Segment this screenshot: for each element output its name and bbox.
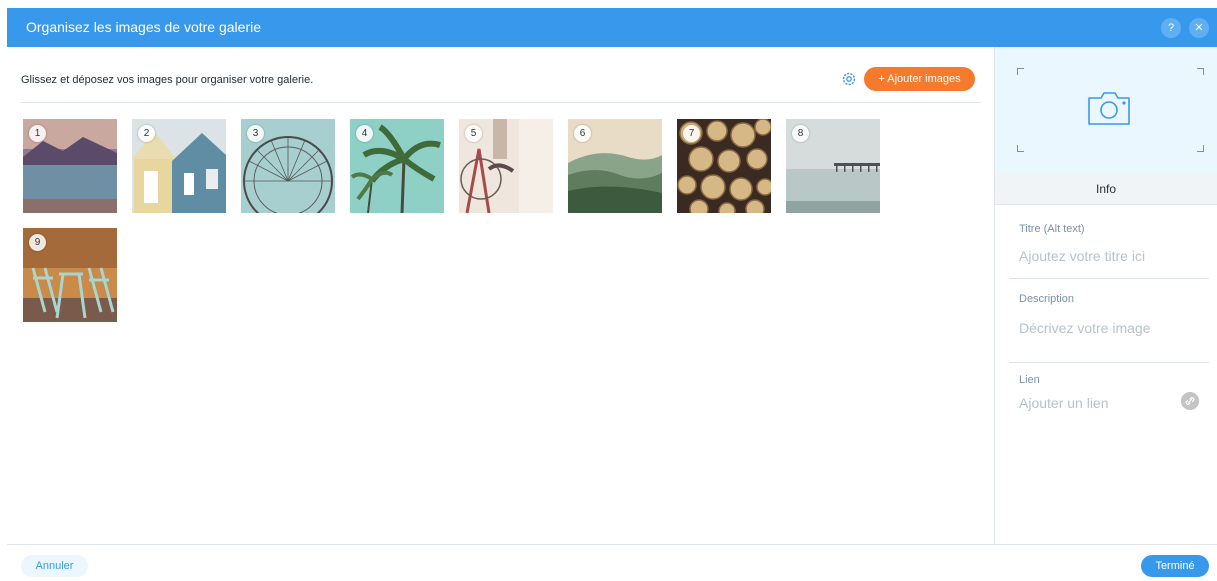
gallery-thumbnail-8[interactable]: 8 (786, 119, 880, 213)
link-label: Lien (1019, 374, 1040, 386)
thumbnail-number: 2 (138, 125, 155, 142)
image-preview (995, 47, 1217, 173)
gallery-thumbnail-2[interactable]: 2 (132, 119, 226, 213)
done-button[interactable]: Terminé (1141, 555, 1209, 577)
instruction-text: Glissez et déposez vos images pour organ… (21, 74, 314, 86)
dialog-footer: Annuler Terminé (7, 544, 1217, 581)
thumbnail-number: 5 (465, 125, 482, 142)
gallery-thumbnail-1[interactable]: 1 (23, 119, 117, 213)
gallery-thumbnail-9[interactable]: 9 (23, 228, 117, 322)
corner-mark (1017, 145, 1024, 152)
help-icon[interactable]: ? (1161, 18, 1181, 38)
camera-icon (1088, 92, 1130, 125)
cancel-button[interactable]: Annuler (21, 555, 88, 577)
gallery-thumbnail-5[interactable]: 5 (459, 119, 553, 213)
thumbnail-number: 7 (683, 125, 700, 142)
gallery-panel: Glissez et déposez vos images pour organ… (7, 47, 994, 544)
thumbnail-number: 1 (29, 125, 46, 142)
divider (1009, 362, 1209, 363)
thumbnail-number: 3 (247, 125, 264, 142)
organize-gallery-dialog: Organisez les images de votre galerie ? … (7, 8, 1217, 581)
thumbnail-number: 9 (29, 234, 46, 251)
divider (21, 102, 981, 103)
thumbnail-number: 4 (356, 125, 373, 142)
tab-info[interactable]: Info (995, 173, 1217, 205)
gallery-thumbnail-4[interactable]: 4 (350, 119, 444, 213)
add-images-button[interactable]: + Ajouter images (864, 67, 975, 91)
link-input[interactable]: Ajouter un lien (1019, 395, 1109, 411)
gear-icon[interactable] (841, 71, 857, 87)
thumbnail-number: 8 (792, 125, 809, 142)
description-input[interactable]: Décrivez votre image (1019, 320, 1151, 336)
gallery-thumbnail-7[interactable]: 7 (677, 119, 771, 213)
gallery-thumbnail-3[interactable]: 3 (241, 119, 335, 213)
thumbnail-number: 6 (574, 125, 591, 142)
description-label: Description (1019, 293, 1075, 305)
link-icon[interactable] (1181, 392, 1199, 410)
dialog-header: Organisez les images de votre galerie ? … (7, 8, 1217, 47)
close-icon[interactable]: ✕ (1189, 18, 1209, 38)
divider (1009, 278, 1209, 279)
alt-text-input[interactable]: Ajoutez votre titre ici (1019, 248, 1145, 264)
corner-mark (1197, 68, 1204, 75)
gallery-thumbnail-6[interactable]: 6 (568, 119, 662, 213)
info-sidebar: Info Titre (Alt text) Ajoutez votre titr… (994, 47, 1217, 544)
dialog-title: Organisez les images de votre galerie (26, 19, 262, 35)
corner-mark (1197, 145, 1204, 152)
corner-mark (1017, 68, 1024, 75)
alt-text-label: Titre (Alt text) (1019, 223, 1085, 235)
